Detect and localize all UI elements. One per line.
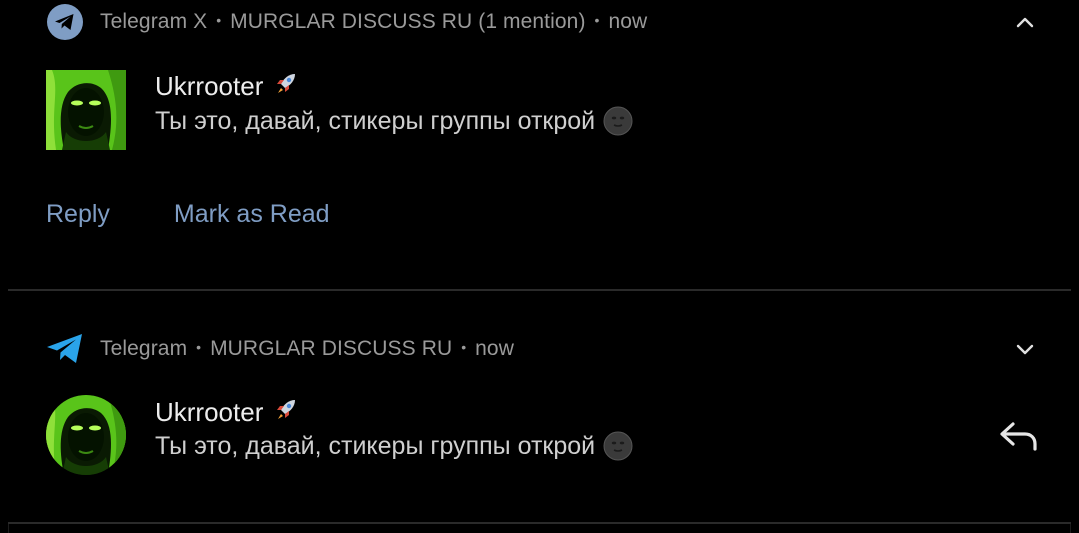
rocket-icon <box>273 396 299 429</box>
chevron-down-icon[interactable] <box>1009 333 1041 365</box>
reply-button[interactable]: Reply <box>46 200 110 229</box>
telegram-x-icon <box>46 3 84 41</box>
group-name: MURGLAR DISCUSS RU (1 mention) <box>230 10 586 33</box>
separator-dot: • <box>216 12 222 28</box>
reply-arrow-icon[interactable] <box>997 418 1041 454</box>
new-moon-face-icon <box>603 431 633 461</box>
new-moon-face-icon <box>603 106 633 136</box>
sender-name: Ukrrooter <box>155 70 299 103</box>
avatar <box>46 395 126 475</box>
message-text: Ты это, давай, стикеры группы открой <box>155 106 633 136</box>
notification-header: Telegram X • MURGLAR DISCUSS RU (1 menti… <box>46 2 1041 42</box>
separator-dot: • <box>196 339 202 355</box>
rocket-icon <box>273 70 299 103</box>
app-name: Telegram <box>100 337 188 360</box>
avatar <box>46 70 126 150</box>
group-name: MURGLAR DISCUSS RU <box>210 337 453 360</box>
notification-card-telegram[interactable]: Telegram • MURGLAR DISCUSS RU • now Ukrr… <box>8 291 1071 523</box>
separator-dot: • <box>594 12 600 28</box>
notification-actions: Reply Mark as Read <box>46 200 330 229</box>
message-text: Ты это, давай, стикеры группы открой <box>155 431 633 461</box>
app-name: Telegram X <box>100 10 208 33</box>
separator-dot: • <box>461 339 467 355</box>
mark-as-read-button[interactable]: Mark as Read <box>174 200 330 229</box>
notification-header: Telegram • MURGLAR DISCUSS RU • now <box>46 329 1041 369</box>
telegram-icon <box>46 330 84 368</box>
timestamp: now <box>608 10 648 33</box>
chevron-up-icon[interactable] <box>1009 6 1041 38</box>
notification-card-telegram-x[interactable]: Telegram X • MURGLAR DISCUSS RU (1 menti… <box>8 0 1071 289</box>
timestamp: now <box>475 337 514 360</box>
divider <box>8 522 1071 524</box>
sender-name: Ukrrooter <box>155 396 299 429</box>
